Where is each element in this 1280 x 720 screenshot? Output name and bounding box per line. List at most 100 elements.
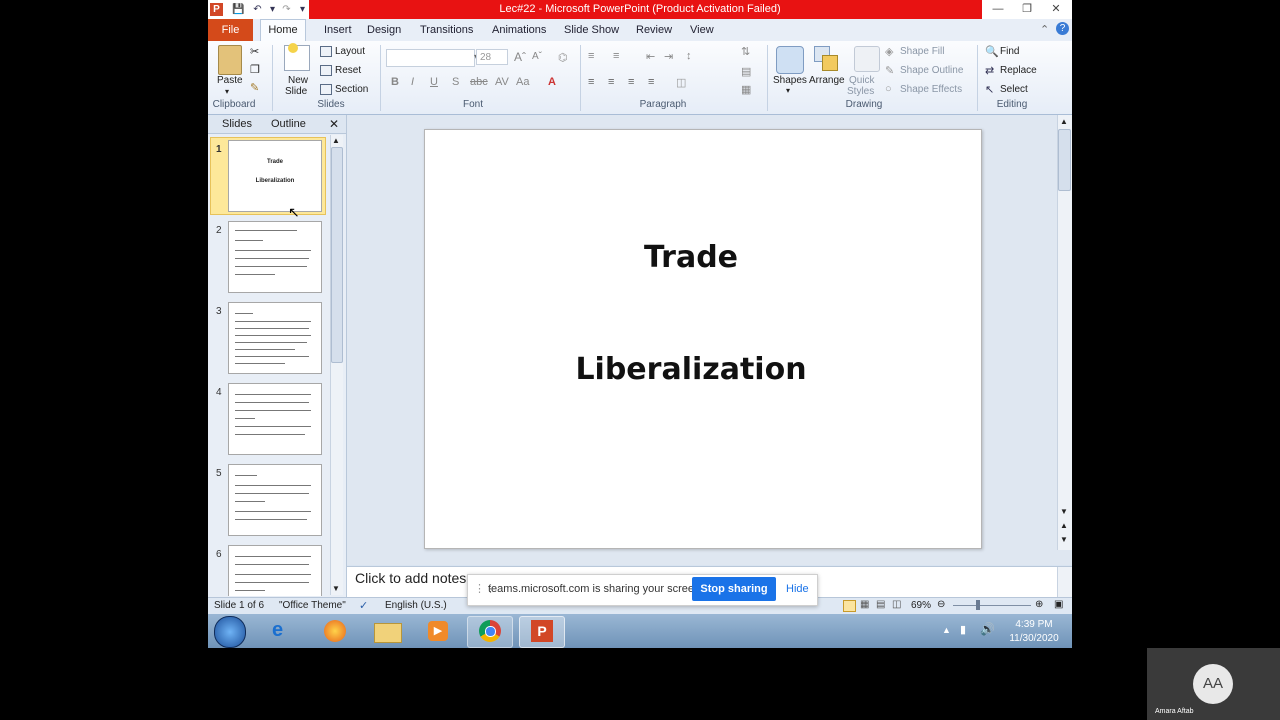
- quick-styles-label-2[interactable]: Styles: [847, 86, 874, 97]
- fit-to-window-icon[interactable]: ▣: [1054, 599, 1063, 610]
- notes-scrollbar[interactable]: [1057, 567, 1072, 598]
- columns-icon[interactable]: ◫: [676, 76, 686, 89]
- clear-formatting-icon[interactable]: ⌬: [558, 51, 568, 64]
- format-painter-icon[interactable]: ✎: [250, 81, 259, 94]
- notes-placeholder[interactable]: Click to add notes: [355, 570, 466, 586]
- slide-thumbnail-4[interactable]: [228, 383, 322, 455]
- font-name-input[interactable]: [386, 49, 475, 67]
- section-button[interactable]: Section: [335, 84, 368, 95]
- tab-slides[interactable]: Slides: [222, 118, 252, 130]
- find-button[interactable]: Find: [1000, 46, 1019, 57]
- zoom-out-icon[interactable]: ⊖: [937, 599, 945, 610]
- shape-effects-button[interactable]: Shape Effects: [900, 84, 962, 95]
- quick-styles-label-1[interactable]: Quick: [849, 75, 875, 86]
- align-left-icon[interactable]: ≡: [588, 76, 594, 88]
- grow-font-icon[interactable]: Aˆ: [514, 50, 526, 64]
- replace-button[interactable]: Replace: [1000, 65, 1037, 76]
- slide-subtitle[interactable]: Liberalization: [425, 352, 957, 387]
- shape-fill-icon[interactable]: ◈: [885, 45, 893, 58]
- shapes-icon[interactable]: [776, 46, 804, 74]
- align-center-icon[interactable]: ≡: [608, 76, 614, 88]
- character-spacing-icon[interactable]: AV: [495, 76, 509, 88]
- hide-button[interactable]: Hide: [786, 583, 809, 595]
- paste-icon[interactable]: [218, 45, 242, 75]
- slide-scrollbar-thumb[interactable]: [1058, 129, 1071, 191]
- tab-view[interactable]: View: [690, 24, 714, 36]
- find-icon[interactable]: 🔍: [985, 45, 999, 58]
- shapes-button[interactable]: Shapes: [773, 75, 807, 86]
- minimize-button[interactable]: —: [988, 2, 1008, 16]
- help-icon[interactable]: ?: [1056, 22, 1069, 35]
- layout-button[interactable]: Layout: [335, 46, 365, 57]
- taskbar-chrome[interactable]: [467, 616, 513, 648]
- select-icon[interactable]: ↖: [985, 83, 994, 96]
- clock-time[interactable]: 4:39 PM: [1014, 619, 1054, 630]
- tab-design[interactable]: Design: [367, 24, 401, 36]
- bold-icon[interactable]: B: [391, 76, 399, 88]
- theme-name[interactable]: "Office Theme": [279, 600, 346, 611]
- normal-view-icon[interactable]: [843, 600, 856, 612]
- tab-file[interactable]: File: [208, 19, 253, 41]
- current-slide[interactable]: Trade Liberalization: [424, 129, 982, 549]
- change-case-icon[interactable]: Aa: [516, 76, 529, 88]
- network-icon[interactable]: ▮: [960, 623, 966, 636]
- line-spacing-icon[interactable]: ↕: [686, 50, 692, 62]
- previous-slide-icon[interactable]: ▲: [1060, 521, 1068, 530]
- tab-insert[interactable]: Insert: [324, 24, 352, 36]
- tab-transitions[interactable]: Transitions: [420, 24, 473, 36]
- slide-show-icon[interactable]: ◫: [892, 599, 901, 610]
- taskbar-ie[interactable]: e: [262, 616, 306, 646]
- pane-scroll-up-icon[interactable]: ▲: [332, 136, 340, 145]
- taskbar-explorer[interactable]: [365, 616, 409, 646]
- new-slide-label-1[interactable]: New: [288, 75, 308, 86]
- pane-scrollbar-thumb[interactable]: [331, 147, 343, 363]
- reset-button[interactable]: Reset: [335, 65, 361, 76]
- slide-thumbnail-1[interactable]: Trade Liberalization: [228, 140, 322, 212]
- layout-icon[interactable]: [320, 46, 332, 57]
- taskbar-powerpoint[interactable]: P: [519, 616, 565, 648]
- slide-sorter-icon[interactable]: ▦: [860, 599, 869, 610]
- shape-outline-icon[interactable]: ✎: [885, 64, 894, 77]
- shape-outline-button[interactable]: Shape Outline: [900, 65, 963, 76]
- slide-thumbnail-2[interactable]: [228, 221, 322, 293]
- replace-icon[interactable]: ⇄: [985, 64, 994, 77]
- paste-dropdown-icon[interactable]: ▾: [225, 87, 229, 96]
- bullets-icon[interactable]: ≡: [588, 50, 594, 62]
- reset-icon[interactable]: [320, 65, 332, 76]
- shape-effects-icon[interactable]: ○: [885, 83, 892, 95]
- arrange-button[interactable]: Arrange: [809, 75, 845, 86]
- close-pane-icon[interactable]: ✕: [329, 117, 339, 131]
- shrink-font-icon[interactable]: Aˇ: [532, 51, 542, 62]
- collapse-ribbon-icon[interactable]: ⌃: [1040, 23, 1049, 36]
- copy-icon[interactable]: ❐: [250, 63, 260, 76]
- close-window-button[interactable]: ✕: [1046, 2, 1066, 16]
- underline-icon[interactable]: U: [430, 76, 438, 88]
- slide-scroll-down-icon[interactable]: ▼: [1060, 507, 1068, 516]
- quick-styles-icon[interactable]: [854, 46, 880, 72]
- tab-review[interactable]: Review: [636, 24, 672, 36]
- shapes-dropdown-icon[interactable]: ▾: [786, 86, 790, 95]
- shape-fill-button[interactable]: Shape Fill: [900, 46, 944, 57]
- pane-scroll-down-icon[interactable]: ▼: [332, 584, 340, 593]
- taskbar-media-player[interactable]: ▶: [416, 616, 460, 646]
- spell-check-icon[interactable]: ✓: [359, 599, 368, 612]
- slide-title[interactable]: Trade: [425, 240, 957, 275]
- zoom-in-icon[interactable]: ⊕: [1035, 599, 1043, 610]
- tab-home[interactable]: Home: [260, 19, 306, 43]
- section-icon[interactable]: [320, 84, 332, 95]
- tab-animations[interactable]: Animations: [492, 24, 546, 36]
- zoom-slider-thumb[interactable]: [976, 600, 980, 610]
- restore-button[interactable]: ❐: [1017, 2, 1037, 16]
- zoom-slider[interactable]: [953, 605, 1031, 606]
- slide-thumbnail-3[interactable]: [228, 302, 322, 374]
- paste-button[interactable]: Paste: [217, 75, 243, 86]
- volume-icon[interactable]: 🔊: [980, 622, 995, 636]
- convert-smartart-icon[interactable]: ▦: [741, 83, 751, 96]
- start-button[interactable]: [214, 616, 246, 648]
- cut-icon[interactable]: ✂: [250, 45, 259, 58]
- clock-date[interactable]: 11/30/2020: [1004, 633, 1064, 644]
- slide-thumbnail-5[interactable]: [228, 464, 322, 536]
- slide-thumbnail-6[interactable]: [228, 545, 322, 596]
- align-text-icon[interactable]: ▤: [741, 65, 751, 78]
- font-color-icon[interactable]: A: [548, 76, 556, 88]
